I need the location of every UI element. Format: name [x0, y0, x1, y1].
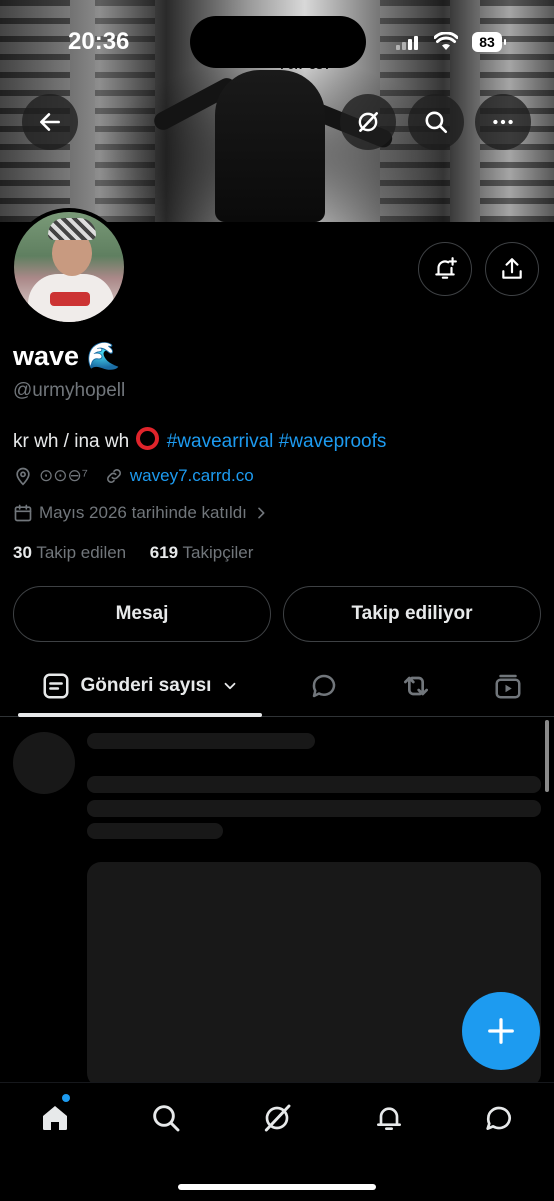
following-button[interactable]: Takip ediliyor: [283, 586, 541, 642]
share-icon: [502, 258, 522, 279]
tab-active-indicator: [18, 713, 262, 717]
profile-joined[interactable]: Mayıs 2026 tarihinde katıldı: [13, 503, 269, 523]
home-unread-dot: [62, 1094, 70, 1102]
plus-icon: [488, 1018, 514, 1044]
wifi-icon: [433, 31, 459, 52]
nav-notifications[interactable]: [372, 1101, 406, 1135]
profile-handle: @urmyhopell: [13, 380, 126, 401]
search-button[interactable]: [408, 94, 464, 150]
notify-button[interactable]: [418, 242, 472, 296]
notification-plus-icon: [435, 257, 457, 279]
posts-icon: [43, 673, 69, 699]
nav-search[interactable]: [149, 1101, 183, 1135]
nav-grok[interactable]: [260, 1101, 294, 1135]
home-icon: [43, 1106, 67, 1130]
location-pin-icon: [16, 467, 30, 486]
back-arrow-icon: [40, 113, 60, 131]
skeleton-avatar: [13, 732, 75, 794]
bio-hashtag[interactable]: #wavearrival: [167, 431, 274, 452]
grok-icon: [358, 112, 378, 132]
followers-label: Takipçiler: [182, 543, 254, 562]
home-indicator: [178, 1184, 376, 1190]
following-link[interactable]: 30 Takip edilen: [13, 543, 126, 562]
share-button[interactable]: [485, 242, 539, 296]
tab-replies[interactable]: [308, 670, 340, 702]
reposts-icon: [404, 676, 428, 696]
search-icon: [153, 1105, 180, 1132]
bio-text: kr wh / ina wh: [13, 431, 130, 452]
avatar[interactable]: [10, 208, 128, 326]
skeleton-line: [87, 776, 541, 793]
calendar-icon: [14, 504, 32, 522]
skeleton-line: [87, 800, 541, 817]
link-icon: [106, 469, 121, 483]
profile-name: wave 🌊: [13, 341, 121, 371]
grok-icon: [264, 1104, 291, 1132]
scrollbar[interactable]: [545, 720, 549, 792]
followers-count: 619: [149, 543, 179, 562]
grok-button[interactable]: [340, 94, 396, 150]
tab-posts[interactable]: Gönderi sayısı: [18, 656, 262, 716]
nav-home[interactable]: [38, 1101, 72, 1135]
tab-reposts[interactable]: [400, 670, 432, 702]
more-button[interactable]: [475, 94, 531, 150]
red-circle-emoji: [136, 427, 160, 450]
tab-media[interactable]: [492, 670, 524, 702]
compose-button[interactable]: [462, 992, 540, 1070]
dynamic-island: [190, 16, 366, 68]
replies-icon: [312, 674, 336, 698]
chevron-right-icon: [258, 507, 265, 519]
more-icon: [493, 119, 513, 125]
skeleton-line: [87, 733, 315, 749]
profile-tabs: Gönderi sayısı: [0, 656, 554, 717]
profile-location-website: ⊙⊙⊖⁷ wavey7.carrd.co: [13, 466, 254, 486]
profile-bio: kr wh / ina wh #wavearrival #waveproofs: [13, 427, 386, 453]
cellular-signal-icon: [396, 36, 420, 50]
bio-hashtag[interactable]: #waveproofs: [279, 431, 387, 452]
profile-joined-text: Mayıs 2026 tarihinde katıldı: [39, 503, 247, 522]
media-icon: [495, 674, 521, 699]
search-icon: [425, 111, 448, 134]
following-count: 30: [13, 543, 32, 562]
followers-link[interactable]: 619 Takipçiler: [150, 543, 254, 562]
back-button[interactable]: [22, 94, 78, 150]
nav-messages[interactable]: [482, 1101, 516, 1135]
notifications-icon: [377, 1107, 401, 1130]
tab-posts-label: Gönderi sayısı: [80, 675, 212, 696]
skeleton-line: [87, 823, 223, 839]
status-time: 20:36: [68, 28, 130, 55]
following-label: Takip edilen: [36, 543, 127, 562]
message-button[interactable]: Mesaj: [13, 586, 271, 642]
profile-location: ⊙⊙⊖⁷: [39, 466, 88, 485]
profile-website-link[interactable]: wavey7.carrd.co: [130, 466, 254, 486]
battery-indicator: 83: [472, 32, 506, 52]
messages-icon: [486, 1106, 511, 1130]
follow-counts: 30 Takip edilen 619 Takipçiler: [13, 543, 253, 563]
chevron-down-icon: [225, 682, 236, 690]
